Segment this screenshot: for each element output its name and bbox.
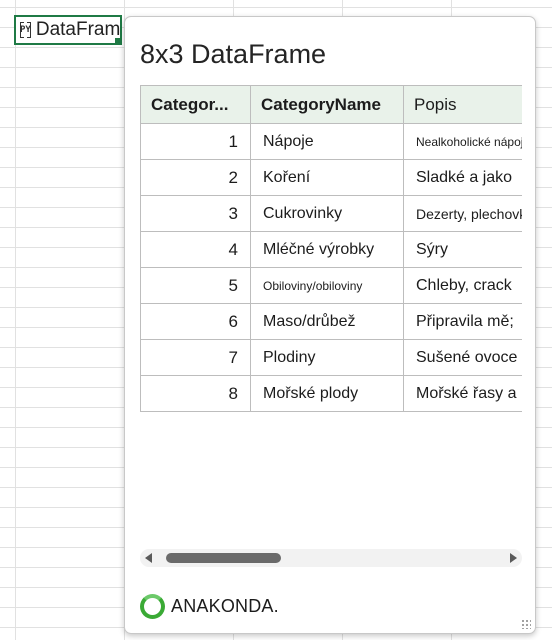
resize-grip-icon[interactable] (521, 619, 531, 629)
table-row: 8 Mořské plody Mořské řasy a (140, 375, 522, 412)
anaconda-brand: ANAKONDA. (140, 594, 279, 619)
table-row: 2 Koření Sladké a jako (140, 159, 522, 196)
python-icon: PY (20, 21, 31, 39)
cell-category-id: 8 (140, 375, 251, 412)
dataframe-table: Categor... CategoryName Popis 1 Nápoje N… (140, 85, 522, 412)
cell-category-name: Mléčné výrobky (250, 231, 404, 268)
cell-popis: Chleby, crack (403, 267, 522, 304)
table-row: 7 Plodiny Sušené ovoce an (140, 339, 522, 376)
cell-category-id: 4 (140, 231, 251, 268)
cell-category-name: Koření (250, 159, 404, 196)
scroll-left-arrow-icon[interactable] (145, 553, 152, 563)
brand-label: ANAKONDA. (171, 596, 279, 616)
column-header-popis[interactable]: Popis (403, 85, 522, 124)
cell-category-name: Mořské plody (250, 375, 404, 412)
cell-value: DataFrame (35, 19, 122, 40)
table-row: 3 Cukrovinky Dezerty, plechovky (140, 195, 522, 232)
cell-popis: Nealkoholické nápoje, c (403, 123, 522, 160)
cell-category-id: 6 (140, 303, 251, 340)
fill-handle[interactable] (114, 37, 120, 43)
table-row: 4 Mléčné výrobky Sýry (140, 231, 522, 268)
cell-popis: Dezerty, plechovky (403, 195, 522, 232)
dataframe-card: 8x3 DataFrame Categor... CategoryName Po… (124, 16, 536, 634)
cell-category-name: Maso/drůbež (250, 303, 404, 340)
table-row: 5 Obiloviny/obiloviny Chleby, crack (140, 267, 522, 304)
cell-category-id: 3 (140, 195, 251, 232)
cell-popis: Sušené ovoce an (403, 339, 522, 376)
scroll-right-arrow-icon[interactable] (510, 553, 517, 563)
cell-category-id: 5 (140, 267, 251, 304)
cell-category-name: Obiloviny/obiloviny (250, 267, 404, 304)
selected-cell[interactable]: PY DataFrame (14, 15, 122, 45)
column-header-categoryname[interactable]: CategoryName (250, 85, 404, 124)
cell-category-id: 7 (140, 339, 251, 376)
cell-popis: Mořské řasy a (403, 375, 522, 412)
cell-category-name: Plodiny (250, 339, 404, 376)
cell-popis: Sýry (403, 231, 522, 268)
cell-category-id: 1 (140, 123, 251, 160)
cell-category-name: Nápoje (250, 123, 404, 160)
table-header-row: Categor... CategoryName Popis (140, 85, 522, 124)
cell-popis: Sladké a jako (403, 159, 522, 196)
column-header-categoryid[interactable]: Categor... (140, 85, 251, 124)
scrollbar-thumb[interactable] (166, 553, 281, 563)
table-row: 6 Maso/drůbež Připravila mě; (140, 303, 522, 340)
cell-popis: Připravila mě; (403, 303, 522, 340)
horizontal-scrollbar[interactable] (140, 549, 522, 567)
dataframe-table-viewport: Categor... CategoryName Popis 1 Nápoje N… (140, 85, 522, 440)
anaconda-ring-icon (140, 594, 165, 619)
cell-category-name: Cukrovinky (250, 195, 404, 232)
card-title: 8x3 DataFrame (140, 39, 327, 69)
table-row: 1 Nápoje Nealkoholické nápoje, c (140, 123, 522, 160)
cell-category-id: 2 (140, 159, 251, 196)
